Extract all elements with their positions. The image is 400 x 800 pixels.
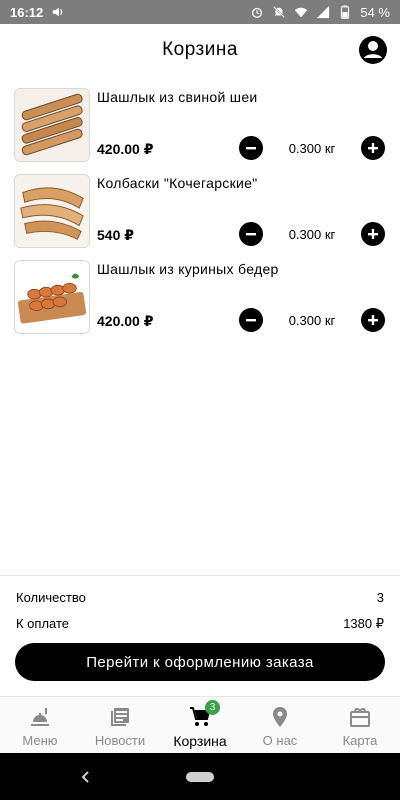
status-bar: 16:12 54 % [0, 0, 400, 24]
summary-count-row: Количество 3 [16, 590, 384, 605]
minus-icon [246, 319, 256, 322]
nav-item-about[interactable]: О нас [240, 697, 320, 753]
cart-item: Шашлык из свиной шеи 420.00 ₽ 0.300 кг [0, 86, 400, 172]
product-price: 540 ₽ [97, 227, 134, 243]
count-label: Количество [16, 590, 86, 605]
increase-quantity-button[interactable] [361, 308, 385, 332]
menu-food-icon [28, 705, 52, 729]
total-value: 1380 ₽ [343, 616, 384, 631]
status-right: 54 % [250, 5, 390, 20]
nav-item-menu[interactable]: Меню [0, 697, 80, 753]
bottom-nav: Меню Новости 3 Корзина О нас Карта [0, 696, 400, 753]
plus-icon [368, 229, 378, 239]
home-pill-button[interactable] [186, 772, 214, 782]
increase-quantity-button[interactable] [361, 136, 385, 160]
battery-icon [338, 5, 352, 19]
total-label: К оплате [16, 616, 70, 631]
quantity-value: 0.300 кг [288, 141, 336, 156]
quantity-value: 0.300 кг [288, 313, 336, 328]
product-price: 420.00 ₽ [97, 313, 154, 329]
system-nav-bar [0, 753, 400, 800]
status-time: 16:12 [10, 4, 44, 20]
product-image [14, 260, 90, 334]
mute-icon [272, 5, 286, 19]
nav-label: О нас [262, 733, 298, 748]
increase-quantity-button[interactable] [361, 222, 385, 246]
plus-icon [368, 143, 378, 153]
summary-total-row: К оплате 1380 ₽ [16, 616, 384, 632]
cart-count-badge: 3 [205, 700, 220, 715]
minus-icon [246, 233, 256, 236]
decrease-quantity-button[interactable] [239, 308, 263, 332]
app-header: Корзина [0, 24, 400, 76]
summary-divider [0, 575, 400, 576]
nav-label: Корзина [173, 733, 227, 749]
nav-label: Карта [342, 733, 378, 748]
decrease-quantity-button[interactable] [239, 222, 263, 246]
signal-icon [316, 5, 330, 19]
volume-icon [51, 5, 65, 19]
page-title: Корзина [162, 39, 238, 60]
location-pin-icon [268, 705, 292, 729]
checkout-button[interactable]: Перейти к оформлению заказа [15, 643, 385, 681]
quantity-value: 0.300 кг [288, 227, 336, 242]
nav-label: Меню [22, 733, 58, 748]
plus-icon [368, 315, 378, 325]
cart-list: Шашлык из свиной шеи 420.00 ₽ 0.300 кг К… [0, 86, 400, 344]
product-image [14, 174, 90, 248]
product-price: 420.00 ₽ [97, 141, 154, 157]
account-icon[interactable] [358, 35, 388, 65]
news-icon [108, 705, 132, 729]
count-value: 3 [376, 590, 384, 605]
product-name: Колбаски "Кочегарские" [97, 175, 258, 191]
battery-level: 54 % [360, 4, 390, 20]
product-name: Шашлык из свиной шеи [97, 89, 258, 105]
minus-icon [246, 147, 256, 150]
nav-item-news[interactable]: Новости [80, 697, 160, 753]
back-icon[interactable] [78, 769, 94, 785]
wifi-icon [294, 5, 308, 19]
cart-item: Колбаски "Кочегарские" 540 ₽ 0.300 кг [0, 172, 400, 258]
decrease-quantity-button[interactable] [239, 136, 263, 160]
gift-card-icon [348, 705, 372, 729]
product-image [14, 88, 90, 162]
nav-label: Новости [94, 733, 146, 748]
nav-item-cart[interactable]: 3 Корзина [160, 697, 240, 753]
alarm-icon [250, 5, 264, 19]
cart-item: Шашлык из куриных бедер 420.00 ₽ 0.300 к… [0, 258, 400, 344]
nav-item-map[interactable]: Карта [320, 697, 400, 753]
product-name: Шашлык из куриных бедер [97, 261, 279, 277]
